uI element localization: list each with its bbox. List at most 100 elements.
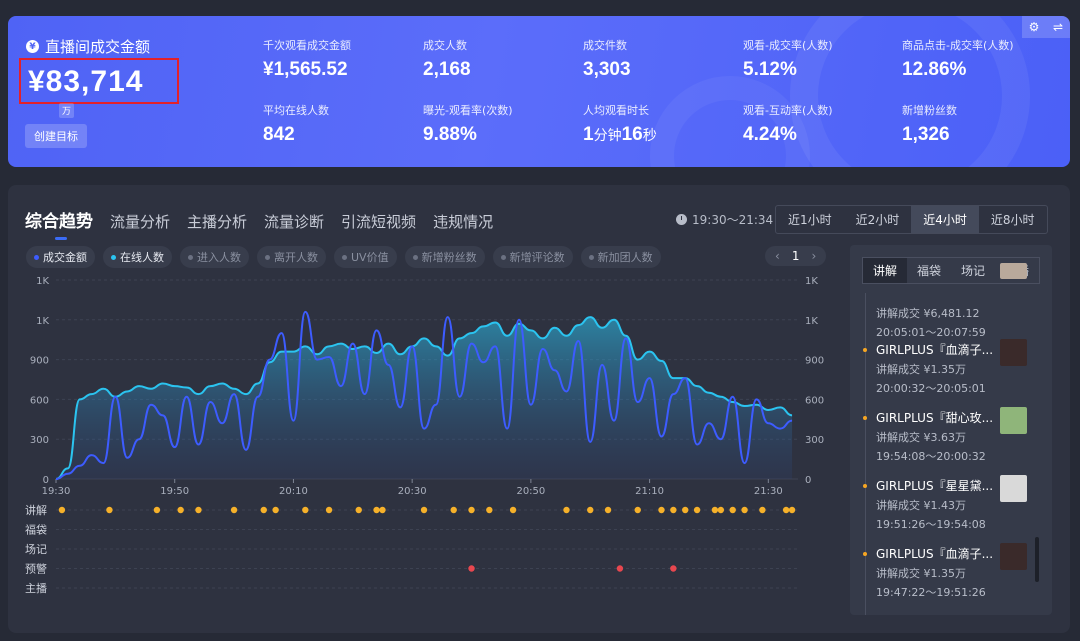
- banner-corner-buttons: ⚙ ⇌: [1022, 16, 1070, 38]
- metric-label: 平均在线人数: [263, 104, 329, 117]
- explain-dot: [759, 506, 766, 514]
- legend-chip[interactable]: 进入人数: [180, 246, 249, 268]
- explain-dot: [604, 506, 612, 514]
- tab-4[interactable]: 引流短视频: [341, 211, 416, 232]
- explain-dot: [634, 506, 641, 514]
- clock-icon: [676, 214, 687, 225]
- metric-number: 12.86%: [902, 59, 967, 80]
- tab-1[interactable]: 流量分析: [110, 211, 170, 232]
- tab-5[interactable]: 违规情况: [433, 211, 493, 232]
- legend-chip[interactable]: 在线人数: [103, 246, 172, 268]
- legend-chip[interactable]: 新增粉丝数: [404, 246, 485, 268]
- y-left-tick: 300: [30, 435, 49, 446]
- y-right-tick: 900: [805, 356, 824, 367]
- metric-value: 12.86%: [902, 59, 1014, 81]
- tab-2[interactable]: 主播分析: [187, 211, 247, 232]
- explain-dot: [670, 506, 677, 514]
- gmv-unit: 万: [59, 103, 75, 118]
- gmv-value: ¥83,714: [28, 65, 144, 98]
- explain-time: 19:47:22～19:51:26: [876, 586, 986, 599]
- metric-value: 5.12%: [743, 59, 833, 81]
- metric-card: 商品点击-成交率(人数) 12.86%: [902, 37, 1014, 81]
- yen-icon: ¥: [26, 40, 39, 53]
- legend-label: 新加团人数: [597, 251, 653, 264]
- tab-3[interactable]: 流量诊断: [264, 211, 324, 232]
- explain-dot: [58, 506, 66, 514]
- product-name: GIRLPLUS『甜心玫...: [876, 411, 994, 425]
- settings-icon[interactable]: ⚙: [1022, 16, 1046, 38]
- legend-chip[interactable]: 新增评论数: [492, 246, 573, 268]
- metric-number: 1: [583, 124, 594, 145]
- timeline-dot: [863, 348, 867, 352]
- legend-pager: ‹ 1 ›: [765, 246, 827, 266]
- metric-number: 3,303: [583, 59, 631, 80]
- event-row-label: 主播: [25, 581, 47, 595]
- explain-dot: [260, 506, 267, 514]
- y-right-tick: 0: [805, 475, 811, 486]
- metric-value: 9.88%: [423, 124, 513, 146]
- period-button-3[interactable]: 近8小时: [979, 206, 1047, 233]
- period-button-2[interactable]: 近4小时: [911, 206, 979, 233]
- product-thumbnail: [1000, 339, 1027, 366]
- legend-label: 新增评论数: [509, 251, 565, 264]
- metric-value: 1分钟16秒: [583, 124, 657, 146]
- create-goal-button[interactable]: 创建目标: [25, 124, 87, 148]
- trend-panel: 综合趋势 流量分析 主播分析 流量诊断 引流短视频 违规情况 19:30～21:34 近1…: [8, 185, 1070, 633]
- explain-dot: [741, 506, 748, 514]
- online-area: [56, 317, 793, 479]
- x-tick-label: 19:30: [42, 486, 71, 497]
- explain-dot: [693, 506, 701, 514]
- product-thumbnail: [1000, 543, 1027, 570]
- legend-chip[interactable]: 新加团人数: [580, 246, 661, 268]
- switch-icon[interactable]: ⇌: [1046, 16, 1070, 38]
- legend-dot: [188, 254, 193, 260]
- time-range: 19:30～21:34: [676, 211, 773, 228]
- metric-label: 观看-成交率(人数): [743, 39, 833, 52]
- pager-prev-icon[interactable]: ‹: [775, 249, 780, 263]
- product-thumbnail: [1000, 263, 1027, 279]
- summary-banner: ¥ 直播间成交金额 ¥83,714 万 创建目标 千次观看成交金额 ¥1,565.…: [8, 16, 1070, 167]
- y-left-tick: 0: [43, 475, 49, 486]
- legend-chip[interactable]: 成交金额: [26, 246, 95, 268]
- explain-dot: [379, 506, 386, 514]
- legend-dot: [412, 254, 418, 260]
- metric-number: ¥1,565.52: [263, 59, 348, 80]
- explain-deal: 讲解成交 ¥6,481.12: [876, 307, 980, 320]
- legend-chip[interactable]: 离开人数: [257, 246, 326, 268]
- legend-dot: [34, 254, 39, 260]
- legend-chip[interactable]: UV价值: [334, 246, 397, 268]
- legend-label: UV价值: [351, 251, 389, 264]
- period-button-1[interactable]: 近2小时: [844, 206, 912, 233]
- metric-value: 3,303: [583, 59, 631, 81]
- metric-number: 9.88%: [423, 124, 477, 145]
- period-selector: 近1小时 近2小时 近4小时 近8小时: [775, 205, 1048, 234]
- metric-number: 5.12%: [743, 59, 797, 80]
- explain-dot: [420, 506, 428, 514]
- metric-label: 观看-互动率(人数): [743, 104, 833, 117]
- explain-dot: [486, 506, 493, 514]
- metric-card: 曝光-观看率(次数) 9.88%: [423, 102, 513, 146]
- y-right-tick: 1K: [805, 276, 818, 287]
- metric-label: 成交人数: [423, 39, 467, 52]
- event-row-label: 福袋: [25, 523, 47, 537]
- explain-dot: [302, 506, 309, 514]
- explain-dot: [325, 506, 333, 514]
- explain-dot: [177, 506, 184, 514]
- metric-card: 人均观看时长 1分钟16秒: [583, 102, 657, 146]
- sidebar-tab-2[interactable]: 场记: [951, 258, 995, 283]
- y-right-tick: 1K: [805, 316, 818, 327]
- sidebar-tab-0[interactable]: 讲解: [863, 258, 908, 283]
- sidebar-scrollbar[interactable]: [1035, 537, 1039, 582]
- event-row-label: 预警: [25, 562, 47, 576]
- metric-legend: 成交金额 在线人数 进入人数 离开人数 UV价值 新增粉丝数 新增评论数 新加团人数: [26, 246, 661, 268]
- product-thumbnail: [1000, 475, 1027, 502]
- sidebar-tab-1[interactable]: 福袋: [907, 258, 951, 283]
- tab-0[interactable]: 综合趋势: [25, 207, 93, 240]
- metric-label: 人均观看时长: [583, 104, 649, 117]
- explain-dot: [782, 506, 790, 514]
- trend-chart[interactable]: 0 0 300 300 600 600 900 900 1K 1K 1K 1K 19:30 19:50 20…: [8, 270, 848, 633]
- period-button-0[interactable]: 近1小时: [776, 206, 844, 233]
- pager-next-icon[interactable]: ›: [811, 249, 816, 263]
- gmv-title: ¥ 直播间成交金额: [26, 36, 150, 57]
- x-tick-label: 20:10: [279, 486, 308, 497]
